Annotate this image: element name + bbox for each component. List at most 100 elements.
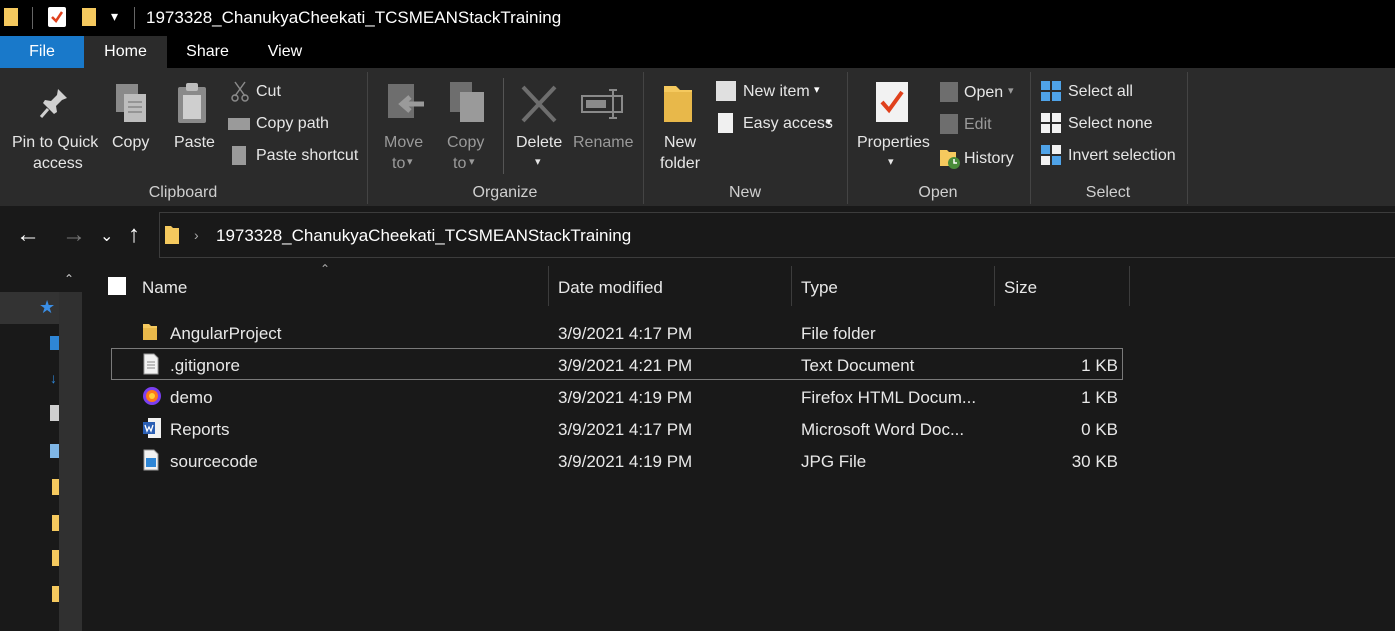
open-button[interactable]: Open ▾ [938,81,1024,105]
folder-icon [165,226,179,244]
paste-shortcut-label: Paste shortcut [256,147,359,164]
column-header-type[interactable]: Type [801,278,838,298]
file-size: 0 KB [1081,420,1118,439]
paste-shortcut-button[interactable]: Paste shortcut [228,144,368,168]
move-to-label-line1: Move [384,134,424,151]
up-arrow-icon[interactable]: ↑ [128,222,140,248]
properties-quick-icon[interactable] [48,7,66,27]
column-divider[interactable] [791,266,792,306]
edit-button[interactable]: Edit [938,113,1024,137]
chevron-down-icon: ▾ [814,84,820,96]
delete-button[interactable]: Delete ▾ [512,78,566,174]
cut-button[interactable]: Cut [228,80,368,104]
tab-home[interactable]: Home [84,36,167,68]
organize-group-label: Organize [472,184,538,201]
history-button[interactable]: History [938,146,1024,170]
navigation-pane-scrollbar[interactable] [59,292,82,631]
select-none-label: Select none [1068,115,1153,132]
new-folder-quick-icon[interactable] [82,8,96,26]
new-folder-label-line1: New [664,134,697,151]
sidebar-item-folder[interactable] [52,479,59,495]
sidebar-item-folder[interactable] [52,515,59,531]
file-date: 3/9/2021 4:21 PM [558,356,693,375]
select-group-label: Select [1085,184,1131,201]
window-title: 1973328_ChanukyaCheekati_TCSMEANStackTra… [146,8,562,27]
table-row[interactable]: .gitignore 3/9/2021 4:21 PM Text Documen… [112,350,1122,380]
file-date: 3/9/2021 4:17 PM [558,420,693,439]
new-folder-button[interactable]: New folder [652,78,708,174]
scroll-up-icon[interactable]: ⌃ [64,272,74,286]
tab-share[interactable]: Share [167,36,248,68]
file-type: JPG File [801,452,867,471]
column-header-name[interactable]: Name [142,278,187,298]
open-label: Open [964,84,1004,101]
sidebar-item-downloads[interactable]: ↓ [50,370,57,386]
easy-access-icon [718,113,733,133]
forward-arrow-icon[interactable]: → [62,222,86,248]
divider [32,7,33,29]
invert-selection-label: Invert selection [1068,147,1176,164]
recent-locations-chevron-icon[interactable]: ⌄ [100,226,113,246]
copy-path-button[interactable]: Copy path [228,112,368,136]
divider [1187,72,1188,204]
star-icon: ★ [39,297,56,317]
paste-button[interactable]: Paste [170,78,216,174]
column-divider[interactable] [548,266,549,306]
open-group-label: Open [918,184,958,201]
tab-view[interactable]: View [248,36,322,68]
clipboard-group-label: Clipboard [148,184,218,201]
back-arrow-icon[interactable]: ← [16,222,40,248]
sidebar-item-folder[interactable] [52,586,59,602]
select-none-button[interactable]: Select none [1040,112,1186,136]
sidebar-item-desktop[interactable] [50,336,59,350]
folder-icon [143,324,157,340]
word-icon [143,418,161,438]
paste-shortcut-icon [232,146,246,165]
select-all-label: Select all [1068,83,1133,100]
file-name: AngularProject [170,324,282,343]
sidebar-item-folder[interactable] [52,550,59,566]
sidebar-item-pictures[interactable] [50,444,59,458]
chevron-down-icon: ▾ [1008,85,1014,97]
chevron-down-icon: ▾ [469,156,475,168]
table-row[interactable]: AngularProject 3/9/2021 4:17 PM File fol… [112,318,1122,348]
history-icon [940,150,960,169]
easy-access-button[interactable]: Easy access ▾ [716,112,840,136]
new-item-icon [716,81,736,101]
copy-button[interactable]: Copy [108,78,152,174]
invert-selection-button[interactable]: Invert selection [1040,144,1186,168]
tab-file[interactable]: File [0,36,84,68]
table-row[interactable]: sourcecode 3/9/2021 4:19 PM JPG File 30 … [112,446,1122,476]
breadcrumb-current-folder[interactable]: 1973328_ChanukyaCheekati_TCSMEANStackTra… [216,226,631,246]
select-all-button[interactable]: Select all [1040,80,1186,104]
table-row[interactable]: Reports 3/9/2021 4:17 PM Microsoft Word … [112,414,1122,444]
table-row[interactable]: demo 3/9/2021 4:19 PM Firefox HTML Docum… [112,382,1122,412]
column-header-date-modified[interactable]: Date modified [558,278,663,298]
file-type: File folder [801,324,876,343]
image-file-icon [143,449,159,471]
file-name: Reports [170,420,230,439]
new-group-label: New [728,184,761,201]
chevron-down-icon: ▾ [888,156,894,168]
easy-access-label: Easy access [743,115,833,132]
new-item-label: New item [743,83,810,100]
copy-to-button[interactable]: Copy to ▾ [440,78,492,174]
sidebar-item-documents[interactable] [50,405,59,421]
select-all-checkbox[interactable] [108,277,126,295]
pin-label-line2: access [33,155,83,172]
select-none-icon [1041,113,1061,133]
move-to-button[interactable]: Move to ▾ [378,78,430,174]
scissors-icon [231,81,249,102]
sidebar-item-quick-access[interactable]: ★ [0,292,59,324]
customize-toolbar-icon[interactable]: ▾ [111,8,118,25]
column-header-size[interactable]: Size [1004,278,1037,298]
new-item-button[interactable]: New item ▾ [716,80,840,104]
pin-to-quick-access-button[interactable]: Pin to Quick access [4,78,104,174]
rename-button[interactable]: Rename [570,78,636,174]
divider [503,78,504,174]
file-type: Firefox HTML Docum... [801,388,977,407]
move-to-label-line2: to [392,155,406,172]
properties-button[interactable]: Properties ▾ [852,78,934,174]
column-divider[interactable] [1129,266,1130,306]
column-divider[interactable] [994,266,995,306]
